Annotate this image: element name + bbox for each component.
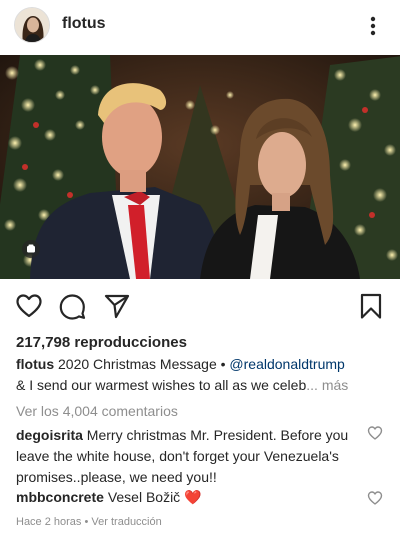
caption-text-continued: & I send our warmest wishes to all as we…: [16, 377, 307, 393]
caption-username[interactable]: flotus: [16, 356, 54, 372]
caption-mention[interactable]: @realdonaldtrump: [229, 356, 344, 372]
send-paper-plane-icon[interactable]: [103, 292, 131, 320]
post-username[interactable]: flotus: [62, 15, 106, 33]
video-frame: [0, 55, 400, 279]
post-header: flotus: [0, 0, 400, 52]
heart-outline-icon[interactable]: [15, 292, 43, 320]
caption-more-link[interactable]: más: [322, 377, 348, 393]
views-count[interactable]: 217,798 reproducciones: [16, 333, 187, 352]
avatar-image: [15, 8, 49, 42]
comment-item: mbbconcrete Vesel Božič ❤️: [16, 487, 356, 508]
post-video[interactable]: [0, 55, 400, 279]
caption-line-2: & I send our warmest wishes to all as we…: [16, 376, 396, 395]
see-translation-link[interactable]: Ver traducción: [91, 516, 161, 528]
caption-line-1: flotus 2020 Christmas Message • @realdon…: [16, 355, 396, 374]
comment-bubble-icon[interactable]: [58, 292, 86, 320]
view-all-comments-link[interactable]: Ver los 4,004 comentarios: [16, 402, 178, 421]
comment-text: Vesel Božič: [107, 489, 185, 505]
video-indicator-icon: [22, 240, 40, 258]
caption-ellipsis: ...: [306, 377, 318, 393]
caption-text: 2020 Christmas Message •: [58, 356, 230, 372]
bookmark-outline-icon[interactable]: [357, 292, 385, 320]
comment-username[interactable]: mbbconcrete: [16, 489, 104, 505]
heart-small-outline-icon[interactable]: [367, 490, 383, 506]
comment-username[interactable]: degoisrita: [16, 427, 83, 443]
post-meta: Hace 2 horas • Ver traducción: [16, 516, 162, 528]
heart-emoji: ❤️: [184, 489, 202, 505]
heart-small-outline-icon[interactable]: [367, 425, 383, 441]
profile-avatar[interactable]: [14, 7, 50, 43]
more-vertical-icon[interactable]: [362, 14, 384, 38]
post-timestamp: Hace 2 horas: [16, 516, 82, 528]
action-bar: [0, 289, 400, 323]
comment-item: degoisrita Merry christmas Mr. President…: [16, 425, 356, 488]
meta-separator: •: [84, 516, 89, 528]
